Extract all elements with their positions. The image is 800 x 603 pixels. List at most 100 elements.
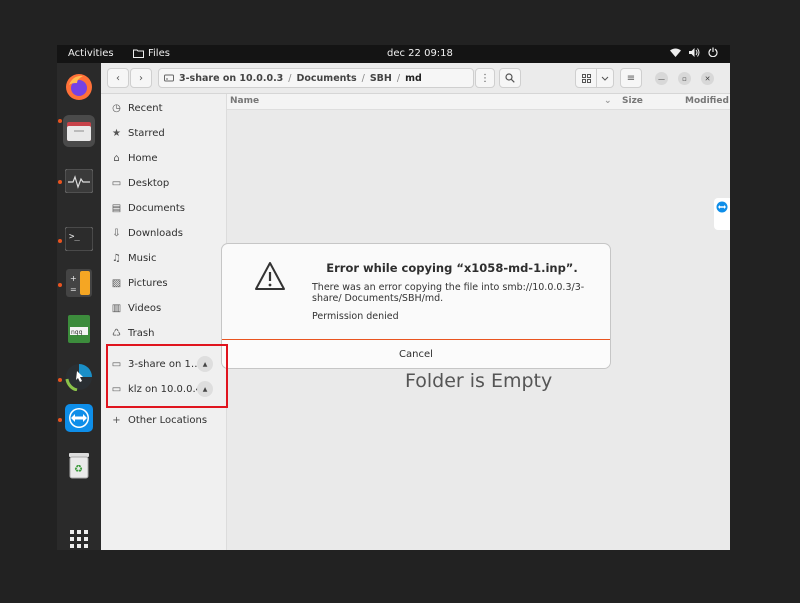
sidebar-item-label: Videos [128, 302, 162, 314]
close-button[interactable]: ✕ [701, 72, 714, 85]
sidebar-item-trash[interactable]: ♺ Trash [111, 324, 154, 342]
sidebar-item-other-locations[interactable]: + Other Locations [111, 411, 207, 429]
show-apps-button[interactable] [63, 523, 95, 550]
minimize-icon: — [658, 74, 665, 83]
annotation-highlight-box [106, 344, 228, 408]
plus-icon: + [112, 414, 121, 426]
grid-icon [581, 73, 591, 83]
dialog-message: There was an error copying the file into… [312, 282, 585, 304]
music-icon: ♫ [112, 252, 121, 264]
path-segment-documents[interactable]: Documents [297, 73, 357, 84]
sidebar-item-label: Other Locations [128, 414, 208, 426]
calculator-launcher[interactable]: + = [63, 267, 95, 299]
sidebar-item-home[interactable]: ⌂ Home [111, 149, 158, 167]
video-icon: ▥ [111, 302, 122, 314]
sidebar-item-downloads[interactable]: ⇩ Downloads [111, 224, 183, 242]
calculator-icon: + = [66, 269, 92, 297]
firefox-launcher[interactable] [63, 71, 95, 103]
app-menu-label: Files [148, 48, 170, 59]
path-separator: / [288, 72, 292, 84]
svg-text:nqq: nqq [71, 329, 83, 336]
cancel-button[interactable]: Cancel [222, 339, 610, 368]
svg-text:+: + [70, 274, 77, 283]
teamviewer-icon [716, 201, 728, 213]
wifi-icon [670, 48, 681, 57]
svg-text:>_: >_ [69, 232, 80, 242]
sidebar-item-desktop[interactable]: ▭ Desktop [111, 174, 169, 192]
vertical-dots-icon: ⋮ [480, 72, 490, 84]
terminal-icon: >_ [65, 227, 93, 251]
network-drive-icon [164, 74, 174, 81]
sidebar-item-label: Music [128, 252, 157, 264]
terminal-launcher[interactable]: >_ [63, 223, 95, 255]
sidebar-item-label: Home [128, 152, 158, 164]
system-status-menu[interactable] [670, 47, 718, 57]
document-icon: ▤ [111, 202, 122, 214]
trash-icon: ♺ [112, 327, 121, 339]
top-bar: Activities Files dec 22 09:18 [57, 45, 730, 63]
hamburger-icon: ≡ [626, 72, 636, 84]
maximize-button[interactable]: ▫ [678, 72, 691, 85]
screenshot-icon [65, 364, 92, 391]
firefox-icon [66, 74, 92, 100]
close-icon: ✕ [704, 74, 711, 83]
desktop-icon: ▭ [111, 177, 122, 189]
sidebar-item-recent[interactable]: ◷ Recent [111, 99, 163, 117]
sidebar-item-pictures[interactable]: ▨ Pictures [111, 274, 168, 292]
dock: >_ + = nqq ♻ [57, 63, 101, 550]
teamviewer-launcher[interactable] [63, 402, 95, 434]
svg-text:♻: ♻ [74, 464, 83, 475]
column-modified[interactable]: Modified [685, 96, 729, 106]
text-editor-icon: nqq [68, 315, 90, 343]
empty-folder-message: Folder is Empty [405, 370, 553, 392]
teamviewer-panel-tab[interactable] [714, 198, 730, 230]
chevron-left-icon: ‹ [116, 72, 120, 84]
path-segment-sbh[interactable]: SBH [370, 73, 392, 84]
activities-button[interactable]: Activities [68, 48, 114, 59]
picture-icon: ▨ [111, 277, 122, 289]
back-button[interactable]: ‹ [107, 68, 129, 88]
error-dialog: Error while copying “x1058-md-1.inp”. Th… [222, 244, 610, 368]
sidebar-item-label: Recent [128, 102, 163, 114]
trash-launcher[interactable]: ♻ [63, 449, 95, 481]
path-root[interactable]: 3-share on 10.0.0.3 [179, 73, 283, 84]
text-editor-launcher[interactable]: nqq [63, 313, 95, 345]
view-options-button[interactable] [596, 68, 614, 88]
svg-text:=: = [70, 285, 77, 294]
download-icon: ⇩ [112, 227, 121, 239]
forward-button[interactable]: › [130, 68, 152, 88]
column-name[interactable]: Name [230, 96, 259, 106]
files-launcher[interactable] [63, 115, 95, 147]
column-size[interactable]: Size [622, 96, 643, 106]
system-monitor-icon [65, 169, 93, 193]
sidebar-item-music[interactable]: ♫ Music [111, 249, 156, 267]
path-menu-button[interactable]: ⋮ [475, 68, 495, 88]
path-bar[interactable]: 3-share on 10.0.0.3 / Documents / SBH / … [158, 68, 474, 88]
main-menu-button[interactable]: ≡ [620, 68, 642, 88]
dialog-detail: Permission denied [312, 311, 399, 322]
grid-view-button[interactable] [575, 68, 597, 88]
search-button[interactable] [499, 68, 521, 88]
clock[interactable]: dec 22 09:18 [387, 48, 453, 59]
trash-icon: ♻ [69, 453, 89, 479]
dialog-title: Error while copying “x1058-md-1.inp”. [326, 261, 578, 275]
star-icon: ★ [112, 127, 121, 139]
chevron-down-icon: ⌄ [604, 96, 612, 106]
sidebar-item-label: Trash [128, 327, 155, 339]
screenshot-launcher[interactable] [63, 361, 95, 393]
home-icon: ⌂ [113, 152, 120, 164]
sidebar-item-videos[interactable]: ▥ Videos [111, 299, 161, 317]
header-bar: ‹ › 3-share on 10.0.0.3 / Documents / SB… [101, 63, 730, 94]
sidebar-item-documents[interactable]: ▤ Documents [111, 199, 185, 217]
path-separator: / [361, 72, 365, 84]
sidebar: ◷ Recent ★ Starred ⌂ Home ▭ Desktop ▤ Do… [101, 94, 227, 550]
system-monitor-launcher[interactable] [63, 165, 95, 197]
sidebar-item-label: Starred [128, 127, 165, 139]
sidebar-item-starred[interactable]: ★ Starred [111, 124, 165, 142]
app-menu[interactable]: Files [133, 48, 170, 59]
minimize-button[interactable]: — [655, 72, 668, 85]
path-current[interactable]: md [405, 73, 422, 84]
search-icon [505, 73, 515, 83]
show-apps-icon [70, 530, 88, 548]
sidebar-item-label: Downloads [128, 227, 183, 239]
